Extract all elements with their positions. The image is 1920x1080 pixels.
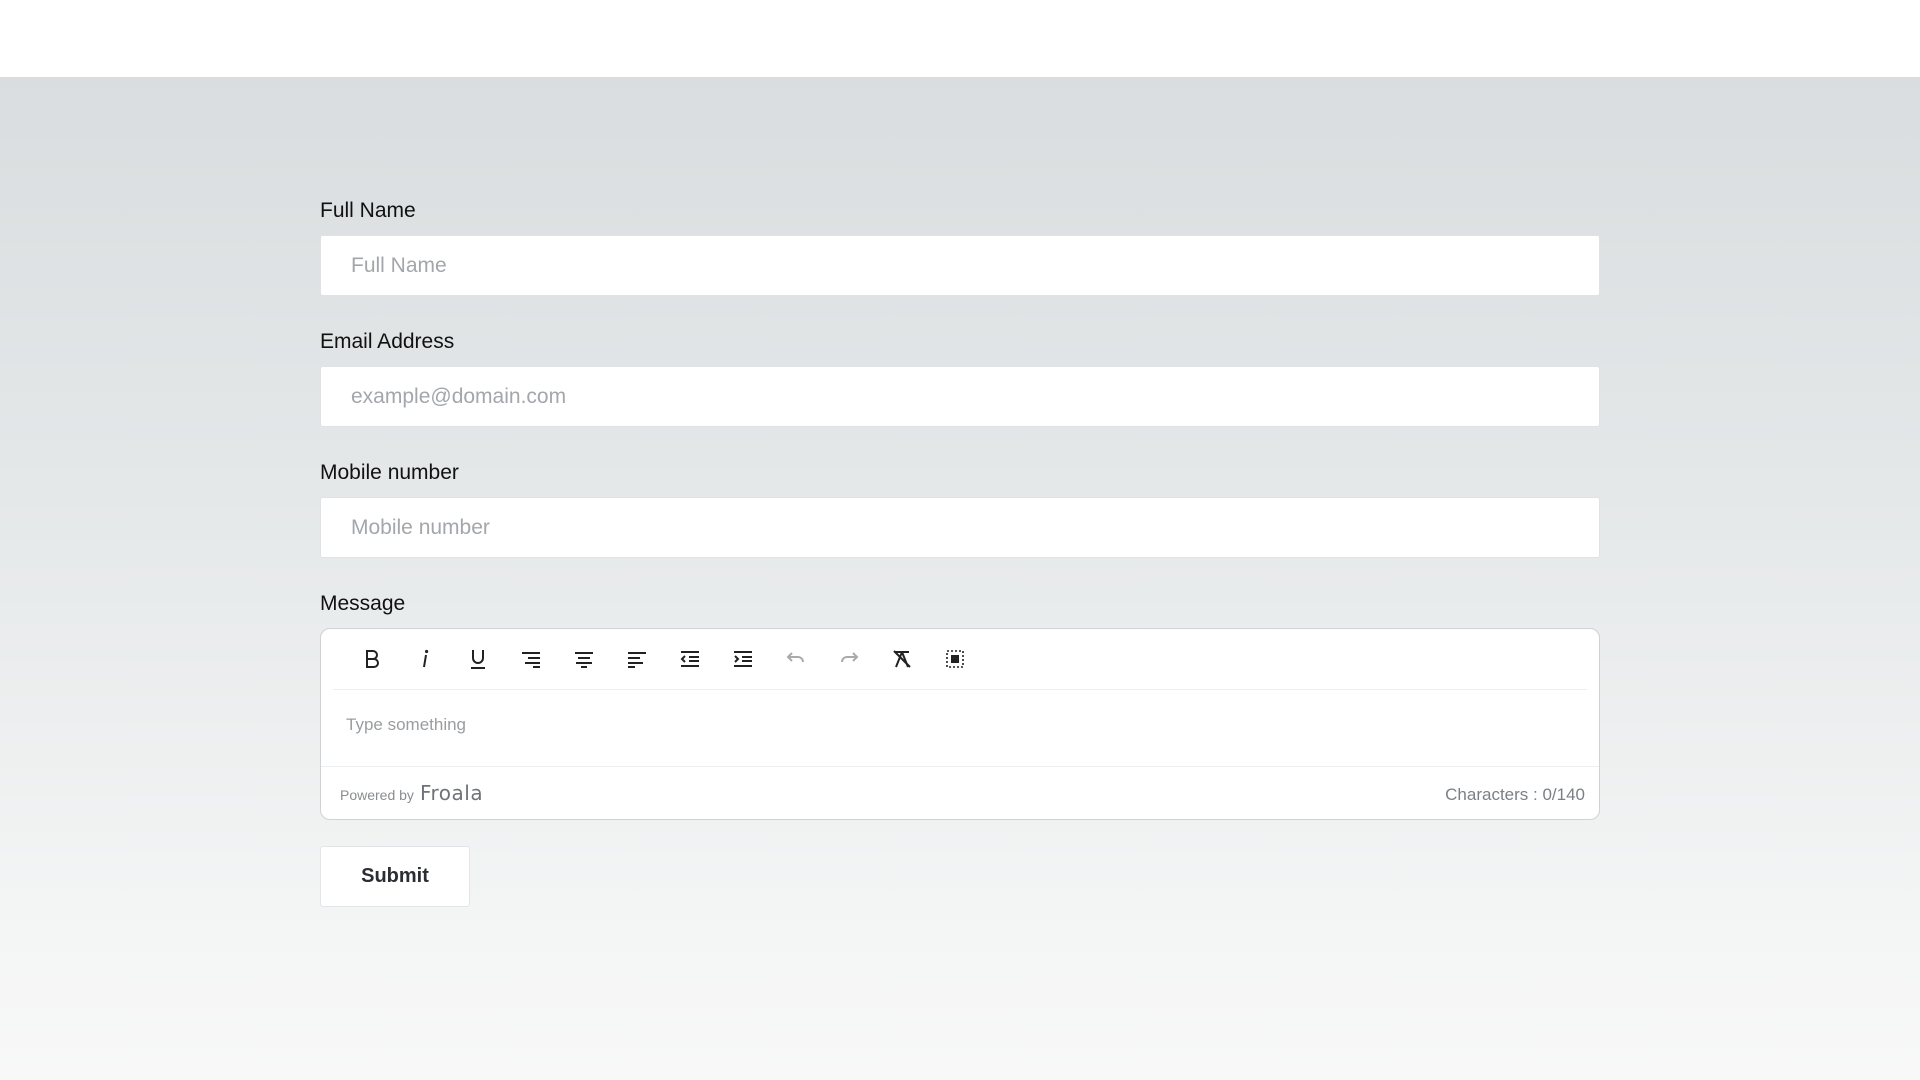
underline-button[interactable] [459,640,497,678]
powered-by-label: Powered by [340,787,414,803]
mobile-label: Mobile number [320,461,459,484]
editor-toolbar [333,629,1587,690]
editor-footer: Powered by Froala Characters : 0/140 [321,767,1599,819]
message-label: Message [320,592,406,615]
contact-form: Full Name Email Address Mobile number Me… [320,197,1600,907]
italic-button[interactable] [406,640,444,678]
outdent-button[interactable] [671,640,709,678]
bold-icon [366,650,379,668]
message-text-area[interactable]: Type something [321,691,1599,767]
align-center-button[interactable] [565,640,603,678]
undo-button[interactable] [777,640,815,678]
email-label: Email Address [320,330,455,353]
indent-button[interactable] [724,640,762,678]
select-all-icon [946,650,964,668]
message-editor: Type something Powered by Froala Charact… [320,628,1600,820]
align-right-button[interactable] [512,640,550,678]
clear-formatting-button[interactable] [883,640,921,678]
email-input[interactable] [320,366,1600,427]
page-content: Full Name Email Address Mobile number Me… [0,77,1920,1080]
italic-icon [423,649,429,668]
redo-button[interactable] [830,640,868,678]
undo-icon [786,652,804,663]
froala-logo: Froala [419,781,484,805]
full-name-input[interactable] [320,235,1600,296]
select-all-button[interactable] [936,640,974,678]
align-left-icon [628,652,646,668]
align-center-icon [575,652,593,668]
clear-formatting-icon [893,650,911,668]
align-left-button[interactable] [618,640,656,678]
character-counter: Characters : 0/140 [1445,785,1585,804]
outdent-icon [680,651,699,667]
indent-icon [734,651,752,667]
align-right-icon [522,652,540,668]
underline-icon [471,650,485,669]
mobile-input[interactable] [320,497,1600,558]
top-bar [0,0,1920,77]
redo-icon [841,652,859,663]
submit-button[interactable]: Submit [320,846,470,907]
full-name-label: Full Name [320,199,416,222]
powered-by[interactable]: Powered by Froala [340,781,483,805]
bold-button[interactable] [353,640,391,678]
